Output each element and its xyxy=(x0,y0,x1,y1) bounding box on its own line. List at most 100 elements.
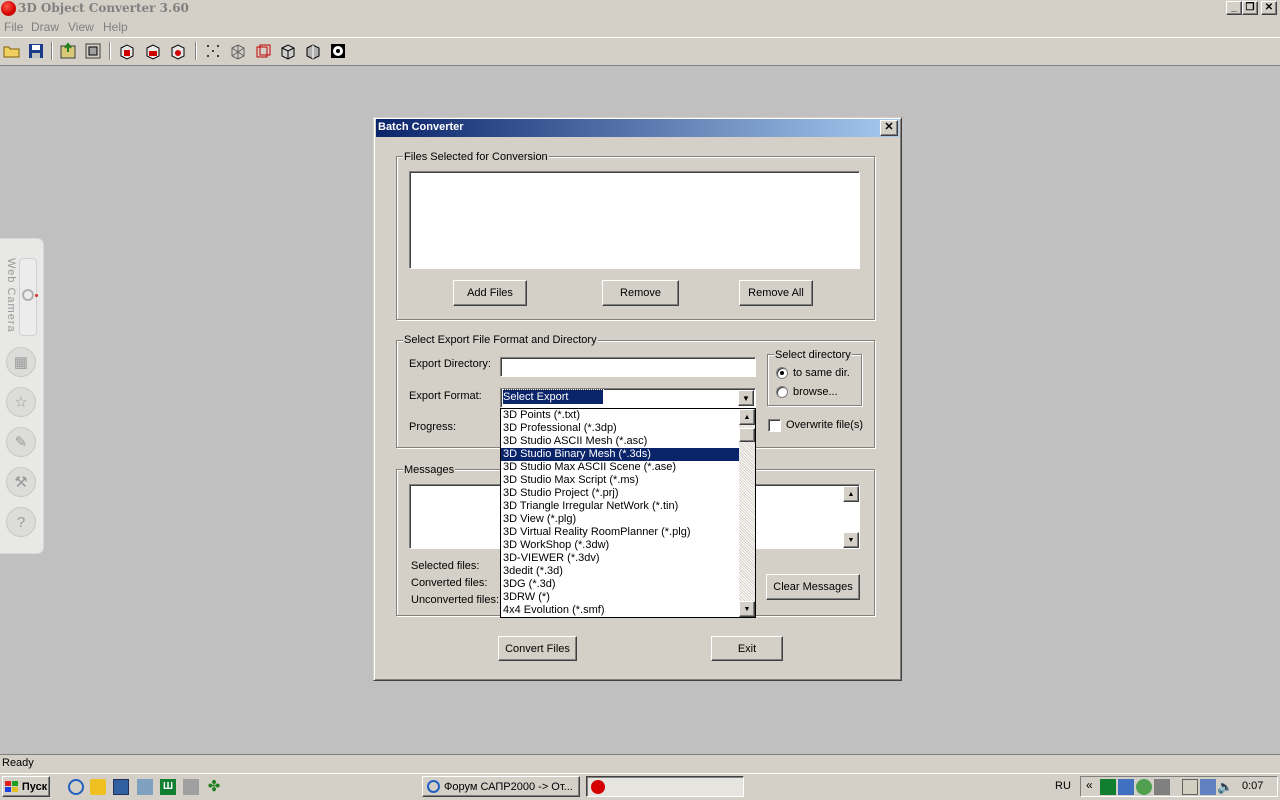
status-text: Ready xyxy=(2,757,34,769)
toolbar-separator xyxy=(51,42,53,60)
ie-quicklaunch-icon[interactable] xyxy=(68,779,84,795)
desktop-icon[interactable] xyxy=(113,779,129,795)
volume-icon[interactable]: 🔈 xyxy=(1217,779,1233,795)
tray-device-icon[interactable] xyxy=(1182,779,1198,795)
flat-shaded-icon[interactable] xyxy=(276,40,299,62)
export-group-label: Select Export File Format and Directory xyxy=(403,334,598,346)
close-app-button[interactable]: ✕ xyxy=(1261,1,1277,15)
clover-icon[interactable]: ✤ xyxy=(206,779,222,795)
wrench-icon[interactable]: ⚒ xyxy=(6,467,36,497)
minimize-button[interactable]: _ xyxy=(1226,1,1242,15)
tray-network-icon[interactable] xyxy=(1118,779,1134,795)
taskbar-forum-label: Форум САПР2000 -> От... xyxy=(444,780,573,793)
printer-icon[interactable] xyxy=(183,779,199,795)
dropdown-option[interactable]: 3D Professional (*.3dp) xyxy=(501,422,739,435)
select-directory-group xyxy=(767,354,862,406)
contacts-icon[interactable]: ▦ xyxy=(6,347,36,377)
tray-expand-chevron[interactable]: « xyxy=(1086,778,1093,792)
restore-button[interactable]: ❐ xyxy=(1242,1,1258,15)
tray-green-icon[interactable] xyxy=(1100,779,1116,795)
dropdown-option[interactable]: 3D WorkShop (*.3dw) xyxy=(501,539,739,552)
dropdown-option[interactable]: 3D-VIEWER (*.3dv) xyxy=(501,552,739,565)
menu-file[interactable]: File xyxy=(4,20,23,34)
toolbar xyxy=(0,37,1280,66)
progress-label: Progress: xyxy=(409,421,457,433)
overwrite-label: Overwrite file(s) xyxy=(786,419,864,431)
menu-draw[interactable]: Draw xyxy=(31,20,59,34)
dialog-close-button[interactable]: ✕ xyxy=(880,120,898,136)
points-view-icon[interactable] xyxy=(201,40,224,62)
exit-button[interactable]: Exit xyxy=(711,636,783,661)
app-icon[interactable] xyxy=(1,1,16,16)
tray-network-2-icon[interactable] xyxy=(1200,779,1216,795)
open-folder-icon[interactable] xyxy=(0,40,23,62)
convert-files-button[interactable]: Convert Files xyxy=(498,636,577,661)
edit-icon[interactable]: ✎ xyxy=(6,427,36,457)
star-icon[interactable]: ☆ xyxy=(6,387,36,417)
start-button[interactable]: Пуск xyxy=(2,776,50,797)
dropdown-option[interactable]: 3DG (*.3d) xyxy=(501,578,739,591)
dropdown-option[interactable]: 3D Studio ASCII Mesh (*.asc) xyxy=(501,435,739,448)
toolbar-separator xyxy=(109,42,111,60)
dropdown-option[interactable]: 4x4 Evolution (*.smf) xyxy=(501,604,739,617)
overwrite-checkbox[interactable] xyxy=(768,419,781,432)
dropdown-option[interactable]: 3DRW (*) xyxy=(501,591,739,604)
files-listbox[interactable] xyxy=(409,171,860,269)
dropdown-scroll-up-button[interactable]: ▲ xyxy=(739,409,755,425)
help-icon[interactable]: ? xyxy=(6,507,36,537)
chevron-down-icon[interactable]: ▼ xyxy=(738,390,754,406)
taskbar-converter-item[interactable] xyxy=(586,776,744,797)
status-bar xyxy=(0,754,1280,773)
media-player-icon[interactable] xyxy=(90,779,106,795)
browse-radio[interactable] xyxy=(776,386,788,398)
green-app-icon[interactable]: Ш xyxy=(160,779,176,795)
smooth-shaded-icon[interactable] xyxy=(301,40,324,62)
windows-logo-icon xyxy=(4,780,18,792)
select-directory-label: Select directory xyxy=(774,349,852,361)
app-title: 3D Object Converter 3.60 xyxy=(18,1,189,15)
same-dir-radio[interactable] xyxy=(776,367,788,379)
files-group-label: Files Selected for Conversion xyxy=(403,151,549,163)
cube-red-3-icon[interactable] xyxy=(166,40,189,62)
start-label: Пуск xyxy=(21,780,48,793)
menu-help[interactable]: Help xyxy=(103,20,128,34)
dialog-title: Batch Converter xyxy=(378,121,464,133)
app-quicklaunch-icon[interactable] xyxy=(137,779,153,795)
load-object-icon[interactable] xyxy=(56,40,79,62)
dropdown-scroll-thumb[interactable] xyxy=(739,428,755,442)
web-camera-slider[interactable] xyxy=(19,258,38,336)
textured-icon[interactable] xyxy=(326,40,349,62)
browse-label: browse... xyxy=(793,386,838,398)
dropdown-option[interactable]: 3D Studio Project (*.prj) xyxy=(501,487,739,500)
dropdown-option[interactable]: 3D Studio Max Script (*.ms) xyxy=(501,474,739,487)
menu-view[interactable]: View xyxy=(68,20,94,34)
cube-red-icon[interactable] xyxy=(115,40,138,62)
tray-globe-icon[interactable] xyxy=(1136,779,1152,795)
cube-red-2-icon[interactable] xyxy=(141,40,164,62)
scroll-up-button[interactable]: ▲ xyxy=(843,486,859,502)
dropdown-option[interactable]: 3D Points (*.txt) xyxy=(501,409,739,422)
dropdown-option[interactable]: 3D Studio Max ASCII Scene (*.ase) xyxy=(501,461,739,474)
dropdown-scroll-down-button[interactable]: ▼ xyxy=(739,601,755,617)
scroll-down-button[interactable]: ▼ xyxy=(843,532,859,548)
remove-all-button[interactable]: Remove All xyxy=(739,280,813,306)
hidden-line-icon[interactable] xyxy=(251,40,274,62)
remove-button[interactable]: Remove xyxy=(602,280,679,306)
fit-view-icon[interactable] xyxy=(81,40,104,62)
dropdown-option[interactable]: 3D View (*.plg) xyxy=(501,513,739,526)
wireframe-icon[interactable] xyxy=(226,40,249,62)
dropdown-option[interactable]: 3D Studio Binary Mesh (*.3ds) xyxy=(501,448,739,461)
export-directory-label: Export Directory: xyxy=(409,358,491,370)
dropdown-option[interactable]: 3D Virtual Reality RoomPlanner (*.plg) xyxy=(501,526,739,539)
language-indicator[interactable]: RU xyxy=(1055,780,1071,792)
clear-messages-button[interactable]: Clear Messages xyxy=(766,574,860,600)
export-directory-input[interactable] xyxy=(500,357,756,377)
add-files-button[interactable]: Add Files xyxy=(453,280,527,306)
taskbar-forum-item[interactable]: Форум САПР2000 -> От... xyxy=(422,776,580,797)
same-dir-label: to same dir. xyxy=(793,367,850,379)
dropdown-option[interactable]: 3dedit (*.3d) xyxy=(501,565,739,578)
export-format-label: Export Format: xyxy=(409,390,482,402)
dropdown-option[interactable]: 3D Triangle Irregular NetWork (*.tin) xyxy=(501,500,739,513)
save-icon[interactable] xyxy=(24,40,47,62)
tray-monitor-icon[interactable] xyxy=(1154,779,1170,795)
